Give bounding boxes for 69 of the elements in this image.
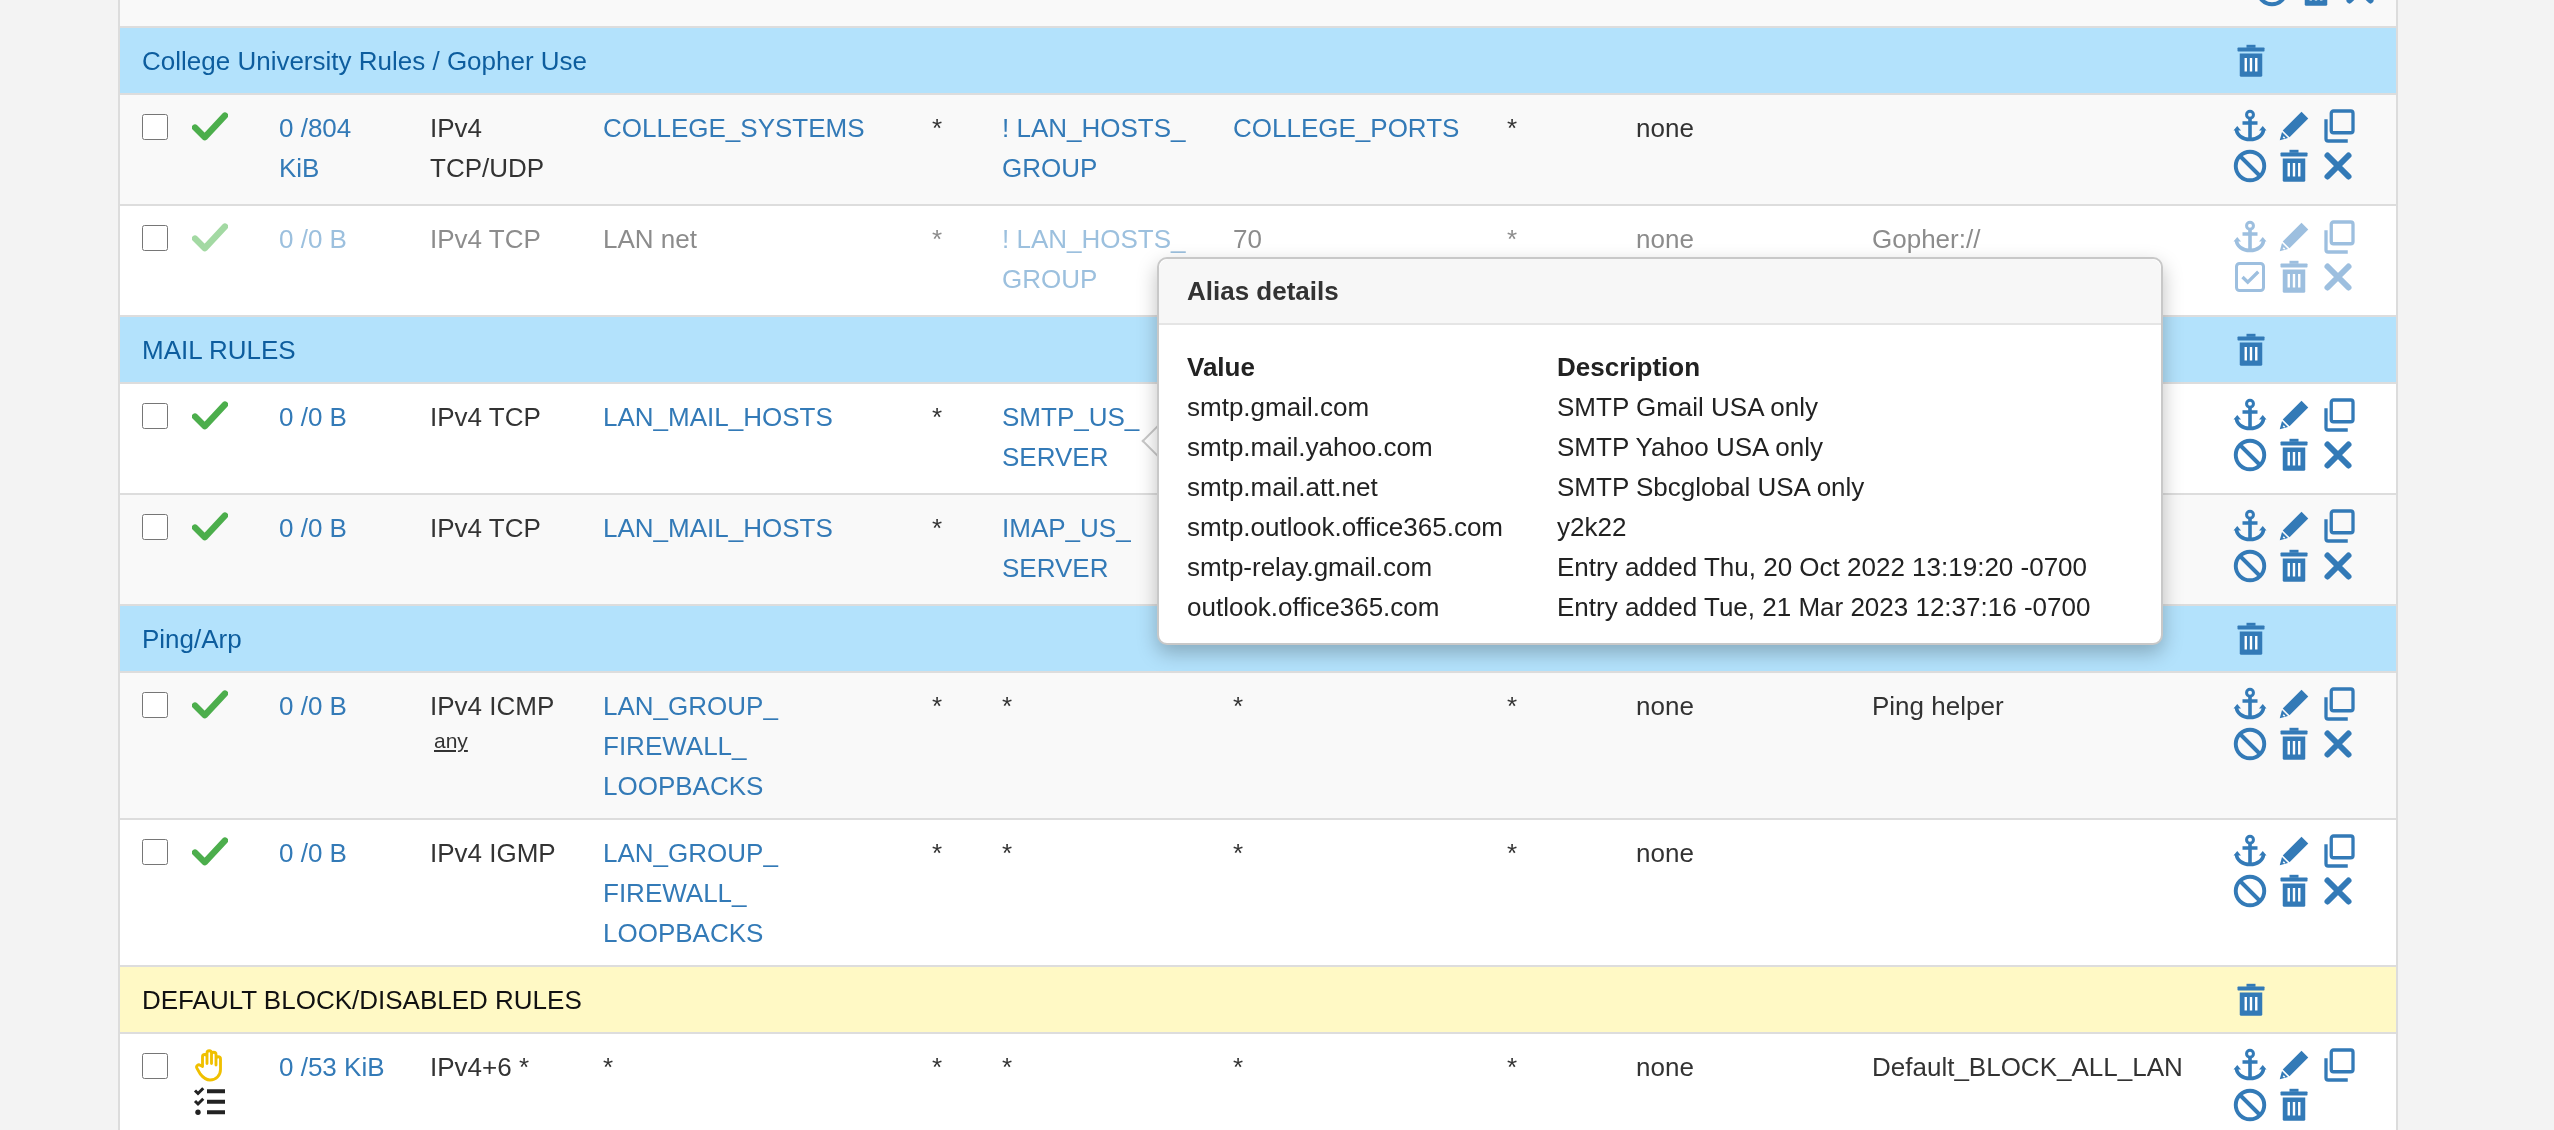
protocol-icmp-type: any: [434, 728, 469, 754]
states-link[interactable]: 0 /0 B: [279, 833, 394, 873]
source-port-text: *: [932, 512, 944, 545]
source-alias-link[interactable]: COLLEGE_SYSTEMS: [603, 108, 892, 148]
gateway-text: *: [1507, 690, 1519, 723]
port-alias-link[interactable]: COLLEGE_PORTS: [1233, 108, 1507, 148]
description-text: Gopher://: [1872, 223, 1982, 256]
table-cell-text: smtp.mail.yahoo.com: [1187, 431, 1434, 464]
queue-text: none: [1636, 112, 1695, 145]
source-text: *: [603, 1051, 615, 1084]
table-cell-text: smtp.outlook.office365.com: [1187, 511, 1505, 544]
gateway-text: *: [1507, 1051, 1519, 1084]
states-link[interactable]: 0 /53 KiB: [279, 1047, 394, 1087]
table-cell-text: Entry added Thu, 20 Oct 2022 13:19:20 -0700: [1557, 551, 2089, 584]
gateway-text: *: [1507, 223, 1519, 256]
protocol-text: IPv4 TCP: [430, 401, 542, 434]
section-title: DEFAULT BLOCK/DISABLED RULES: [142, 983, 582, 1017]
table-cell-text: outlook.office365.com: [1187, 591, 1441, 624]
gateway-text: *: [1507, 837, 1519, 870]
source-port-text: *: [932, 112, 944, 145]
destination-text: *: [1002, 1051, 1014, 1084]
table-cell-text: SMTP Sbcglobal USA only: [1557, 471, 1866, 504]
source-port-text: *: [932, 690, 944, 723]
port-text: *: [1233, 690, 1245, 723]
queue-text: none: [1636, 690, 1695, 723]
protocol-text: IPv4 TCP: [430, 512, 542, 545]
table-cell-text: smtp.gmail.com: [1187, 391, 1371, 424]
states-link[interactable]: 0 /0 B: [279, 397, 394, 437]
destination-alias-link[interactable]: ! LAN_HOSTS_GROUP: [1002, 108, 1217, 188]
section-title: MAIL RULES: [142, 333, 296, 367]
destination-text: *: [1002, 690, 1014, 723]
table-cell-text: smtp.mail.att.net: [1187, 471, 1379, 504]
protocol-text: IPv4 IGMP: [430, 837, 557, 870]
source-port-text: *: [932, 837, 944, 870]
port-text: *: [1233, 837, 1245, 870]
section-title: College University Rules / Gopher Use: [142, 44, 588, 78]
protocol-text: IPv4 TCP/UDP: [430, 112, 546, 185]
source-port-text: *: [932, 1051, 944, 1084]
column-header: Description: [1557, 351, 1702, 384]
table-cell-text: y2k22: [1557, 511, 1628, 544]
port-text: *: [1233, 1051, 1245, 1084]
popover-title: Alias details: [1187, 276, 1339, 306]
source-alias-link[interactable]: LAN_GROUP_FIREWALL_LOOPBACKS: [603, 833, 892, 953]
table-cell-text: SMTP Yahoo USA only: [1557, 431, 1824, 464]
description-text: Default_BLOCK_ALL_LAN: [1872, 1051, 2184, 1084]
column-header: Value: [1187, 351, 1256, 384]
protocol-text: IPv4 TCP: [430, 223, 542, 256]
protocol-text: IPv4+6 *: [430, 1051, 530, 1084]
source-alias-link[interactable]: LAN_MAIL_HOSTS: [603, 397, 892, 437]
source-port-text: *: [932, 223, 944, 256]
table-cell-text: SMTP Gmail USA only: [1557, 391, 1820, 424]
queue-text: none: [1636, 223, 1695, 256]
states-link[interactable]: 0 /0 B: [279, 686, 394, 726]
states-link[interactable]: 0 /804 KiB: [279, 108, 394, 188]
description-text: Ping helper: [1872, 690, 2005, 723]
source-alias-link[interactable]: LAN_MAIL_HOSTS: [603, 508, 892, 548]
queue-text: none: [1636, 837, 1695, 870]
port-text: 70: [1233, 223, 1263, 256]
source-alias-link[interactable]: LAN_GROUP_FIREWALL_LOOPBACKS: [603, 686, 892, 806]
gateway-text: *: [1507, 112, 1519, 145]
section-title: Ping/Arp: [142, 622, 242, 656]
table-cell-text: smtp-relay.gmail.com: [1187, 551, 1434, 584]
destination-text: *: [1002, 837, 1014, 870]
table-cell-text: Entry added Tue, 21 Mar 2023 12:37:16 -0700: [1557, 591, 2092, 624]
source-text: LAN net: [603, 223, 698, 256]
protocol-text: IPv4 ICMP: [430, 690, 556, 723]
source-port-text: *: [932, 401, 944, 434]
queue-text: none: [1636, 1051, 1695, 1084]
states-link[interactable]: 0 /0 B: [279, 508, 394, 548]
